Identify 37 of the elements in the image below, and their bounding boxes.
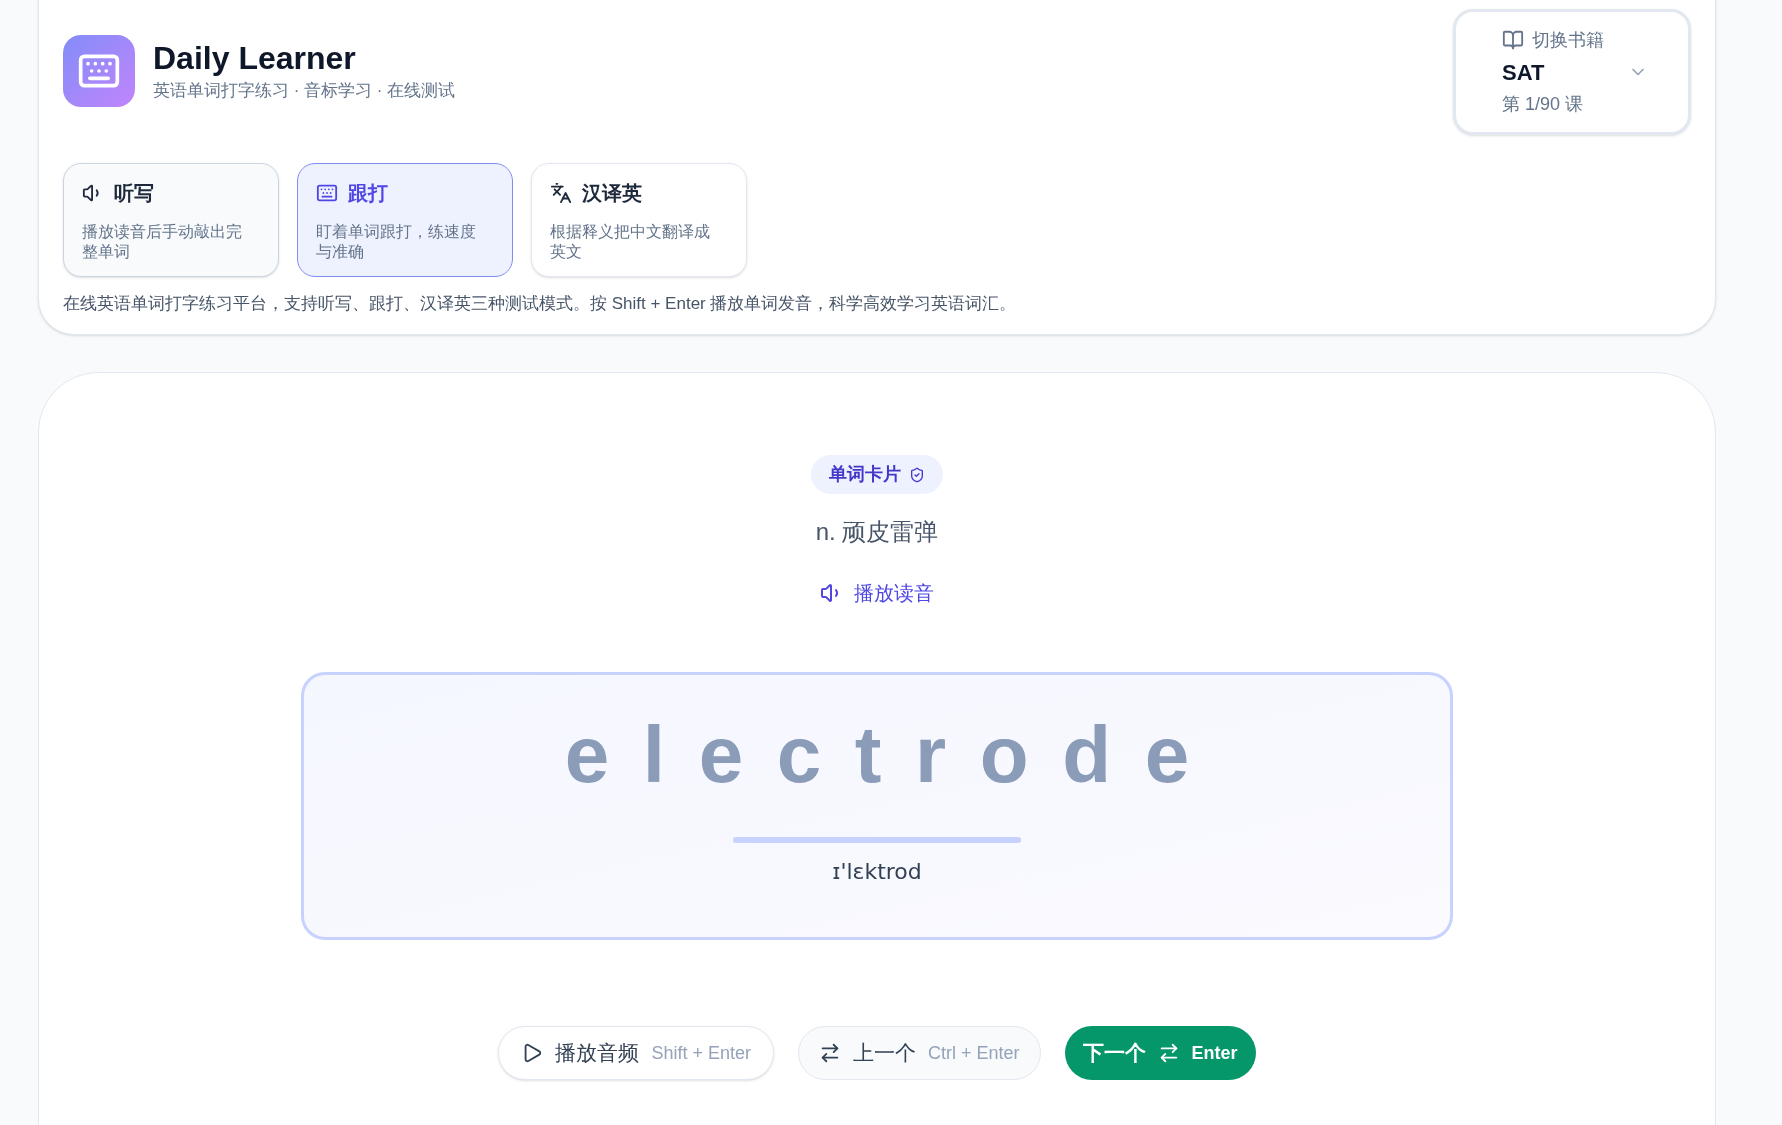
intro-text: 在线英语单词打字练习平台，支持听写、跟打、汉译英三种测试模式。按 Shift + Enter 播放单词发音，科学高效学习英语词汇。 — [63, 293, 1018, 315]
mode-description: 播放读音后手动敲出完整单词 — [82, 222, 243, 262]
badge-label: 单词卡片 — [829, 463, 901, 486]
mode-card[interactable]: 汉译英 根据释义把中文翻译成英文 — [531, 163, 747, 277]
book-selector[interactable]: 切换书籍 SAT 第 1/90 课 — [1453, 9, 1691, 135]
mode-title: 跟打 — [348, 181, 388, 206]
app-subtitle: 英语单词打字练习 · 音标学习 · 在线测试 — [153, 80, 456, 103]
previous-button[interactable]: 上一个 Ctrl + Enter — [798, 1026, 1041, 1080]
mode-card[interactable]: 跟打 盯着单词跟打，练速度与准确 — [297, 163, 513, 277]
book-name: SAT — [1502, 58, 1546, 87]
play-pronunciation-link[interactable]: 播放读音 — [820, 578, 934, 608]
button-label: 播放音频 — [555, 1040, 640, 1067]
lesson-number: 第 1/90 课 — [1502, 92, 1585, 116]
button-label: 上一个 — [853, 1040, 916, 1067]
app-title: Daily Learner — [153, 39, 357, 79]
phonetic-text: ɪ'lɛktrod — [832, 858, 922, 886]
target-word: electrode — [563, 715, 1223, 795]
shortcut-hint: Shift + Enter — [651, 1041, 751, 1065]
mode-description: 根据释义把中文翻译成英文 — [550, 222, 711, 262]
shortcut-hint: Ctrl + Enter — [928, 1041, 1020, 1065]
mode-card[interactable]: 听写 播放读音后手动敲出完整单词 — [63, 163, 279, 277]
book-icon — [1502, 29, 1524, 51]
swap-arrows-icon — [819, 1042, 841, 1064]
play-audio-button[interactable]: 播放音频 Shift + Enter — [498, 1026, 774, 1080]
translate-icon — [550, 182, 572, 204]
definition-text: n. 顽皮雷弹 — [815, 517, 939, 547]
next-button[interactable]: 下一个 Enter — [1064, 1026, 1256, 1080]
typing-box[interactable]: electrode ɪ'lɛktrod — [301, 672, 1453, 940]
button-label: 下一个 — [1082, 1040, 1146, 1067]
shield-check-icon — [909, 466, 925, 483]
shortcut-hint: Enter — [1191, 1041, 1238, 1065]
keyboard-icon — [316, 182, 338, 204]
book-label: 切换书籍 — [1532, 28, 1604, 52]
mode-title: 听写 — [114, 181, 154, 206]
mode-title: 汉译英 — [582, 181, 642, 206]
mode-description: 盯着单词跟打，练速度与准确 — [316, 222, 477, 262]
app-logo-icon — [63, 35, 135, 107]
